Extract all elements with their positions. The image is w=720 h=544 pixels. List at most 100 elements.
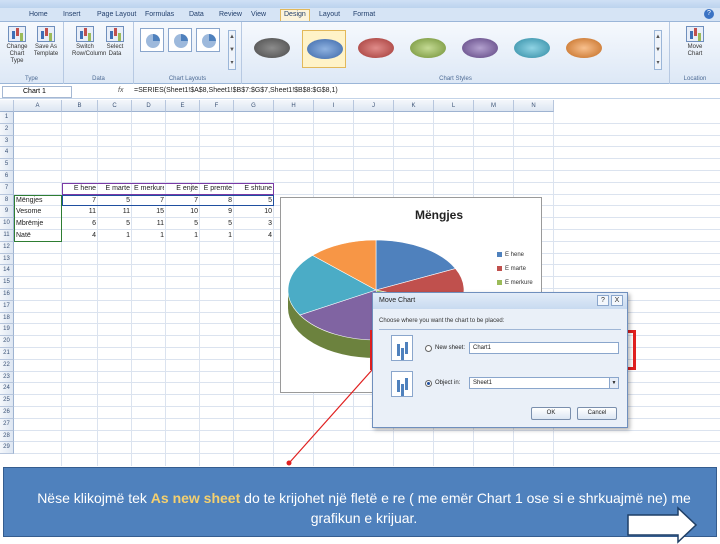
chart-style-3[interactable] <box>354 30 398 68</box>
value-cell[interactable]: 6 <box>64 218 96 229</box>
column-header[interactable]: C <box>98 100 132 112</box>
value-cell[interactable]: 10 <box>168 206 198 217</box>
tab-view[interactable]: View <box>248 10 269 22</box>
chart-style-5[interactable] <box>458 30 502 68</box>
cancel-button[interactable]: Cancel <box>577 407 617 420</box>
select-all-corner[interactable] <box>0 100 14 112</box>
new-sheet-name-input[interactable]: Chart1 <box>469 342 619 354</box>
tab-review[interactable]: Review <box>216 10 245 22</box>
tab-formulas[interactable]: Formulas <box>142 10 177 22</box>
select-data-button[interactable]: Select Data <box>102 26 128 66</box>
row-header[interactable]: 15 <box>0 277 14 289</box>
value-cell[interactable]: 4 <box>236 230 272 241</box>
row-header[interactable]: 27 <box>0 418 14 431</box>
save-as-template-button[interactable]: Save As Template <box>33 26 59 66</box>
chart-style-1[interactable] <box>250 30 294 68</box>
row-header[interactable]: 20 <box>0 336 14 348</box>
column-header[interactable]: I <box>314 100 354 112</box>
value-cell[interactable]: 5 <box>168 218 198 229</box>
move-chart-button[interactable]: Move Chart <box>682 26 708 66</box>
help-icon[interactable]: ? <box>597 295 609 306</box>
value-cell[interactable]: 15 <box>134 206 164 217</box>
tab-insert[interactable]: Insert <box>60 10 84 22</box>
change-chart-type-button[interactable]: Change Chart Type <box>4 26 30 66</box>
tab-design[interactable]: Design <box>280 9 310 21</box>
column-header[interactable]: D <box>132 100 166 112</box>
column-header[interactable]: F <box>200 100 234 112</box>
row-header[interactable]: 6 <box>0 171 14 183</box>
value-cell[interactable]: 9 <box>202 206 232 217</box>
tab-format[interactable]: Format <box>350 10 378 22</box>
value-cell[interactable]: 1 <box>202 230 232 241</box>
value-cell[interactable]: 11 <box>64 206 96 217</box>
row-header[interactable]: 22 <box>0 359 14 372</box>
row-header[interactable]: 23 <box>0 371 14 384</box>
row-header[interactable]: 18 <box>0 312 14 325</box>
row-header[interactable]: 12 <box>0 241 14 254</box>
row-header[interactable]: 1 <box>0 112 14 124</box>
close-icon[interactable]: X <box>611 295 623 306</box>
row-header[interactable]: 16 <box>0 289 14 301</box>
value-cell[interactable]: 4 <box>64 230 96 241</box>
chart-style-2[interactable] <box>302 30 346 68</box>
row-header[interactable]: 28 <box>0 430 14 443</box>
object-in-radio[interactable] <box>425 380 432 387</box>
tab-home[interactable]: Home <box>26 10 51 22</box>
chart-layout-2[interactable] <box>168 28 192 52</box>
chart-title[interactable]: Mëngjes <box>415 208 463 222</box>
row-header[interactable]: 3 <box>0 135 14 148</box>
row-header[interactable]: 13 <box>0 253 14 266</box>
column-header[interactable]: J <box>354 100 394 112</box>
value-cell[interactable]: 5 <box>100 218 130 229</box>
legend-item[interactable]: E marte <box>497 266 526 272</box>
column-header[interactable]: G <box>234 100 274 112</box>
tab-layout[interactable]: Layout <box>316 10 343 22</box>
legend-item[interactable]: E merkure <box>497 280 533 286</box>
layouts-scroll[interactable]: ▲ ▼ ▾ <box>228 30 236 70</box>
value-cell[interactable]: 3 <box>236 218 272 229</box>
tab-data[interactable]: Data <box>186 10 207 22</box>
column-header[interactable]: B <box>62 100 98 112</box>
value-cell[interactable]: 11 <box>100 206 130 217</box>
row-header[interactable]: 24 <box>0 383 14 396</box>
chart-style-6[interactable] <box>510 30 554 68</box>
row-header[interactable]: 7 <box>0 182 14 195</box>
value-cell[interactable]: 1 <box>100 230 130 241</box>
row-header[interactable]: 9 <box>0 206 14 219</box>
chart-layout-3[interactable] <box>196 28 220 52</box>
value-cell[interactable]: 11 <box>134 218 164 229</box>
row-header[interactable]: 25 <box>0 395 14 407</box>
column-header[interactable]: K <box>394 100 434 112</box>
tab-page-layout[interactable]: Page Layout <box>94 10 139 22</box>
chart-style-7[interactable] <box>562 30 606 68</box>
row-header[interactable]: 17 <box>0 300 14 313</box>
row-header[interactable]: 26 <box>0 407 14 419</box>
chart-layout-1[interactable] <box>140 28 164 52</box>
name-box[interactable]: Chart 1 <box>2 86 72 98</box>
help-icon[interactable]: ? <box>704 9 714 19</box>
styles-scroll[interactable]: ▲ ▼ ▾ <box>654 30 662 70</box>
chart-style-4[interactable] <box>406 30 450 68</box>
row-header[interactable]: 2 <box>0 123 14 136</box>
column-header[interactable]: L <box>434 100 474 112</box>
column-header[interactable]: A <box>14 100 62 112</box>
column-header[interactable]: N <box>514 100 554 112</box>
value-cell[interactable]: 1 <box>134 230 164 241</box>
column-header[interactable]: E <box>166 100 200 112</box>
value-cell[interactable]: 1 <box>168 230 198 241</box>
row-header[interactable]: 19 <box>0 324 14 337</box>
value-cell[interactable]: 10 <box>236 206 272 217</box>
object-in-select[interactable]: Sheet1 ▼ <box>469 377 619 389</box>
row-header[interactable]: 14 <box>0 265 14 278</box>
formula-input[interactable]: =SERIES(Sheet1!$A$8,Sheet1!$B$7:$G$7,She… <box>134 87 338 94</box>
ok-button[interactable]: OK <box>531 407 571 420</box>
row-header[interactable]: 10 <box>0 218 14 230</box>
row-header[interactable]: 21 <box>0 348 14 360</box>
row-header[interactable]: 11 <box>0 230 14 242</box>
row-header[interactable]: 8 <box>0 194 14 207</box>
legend-item[interactable]: E hene <box>497 252 524 258</box>
column-header[interactable]: H <box>274 100 314 112</box>
switch-row-column-button[interactable]: Switch Row/Column <box>72 26 106 66</box>
column-header[interactable]: M <box>474 100 514 112</box>
value-cell[interactable]: 5 <box>202 218 232 229</box>
